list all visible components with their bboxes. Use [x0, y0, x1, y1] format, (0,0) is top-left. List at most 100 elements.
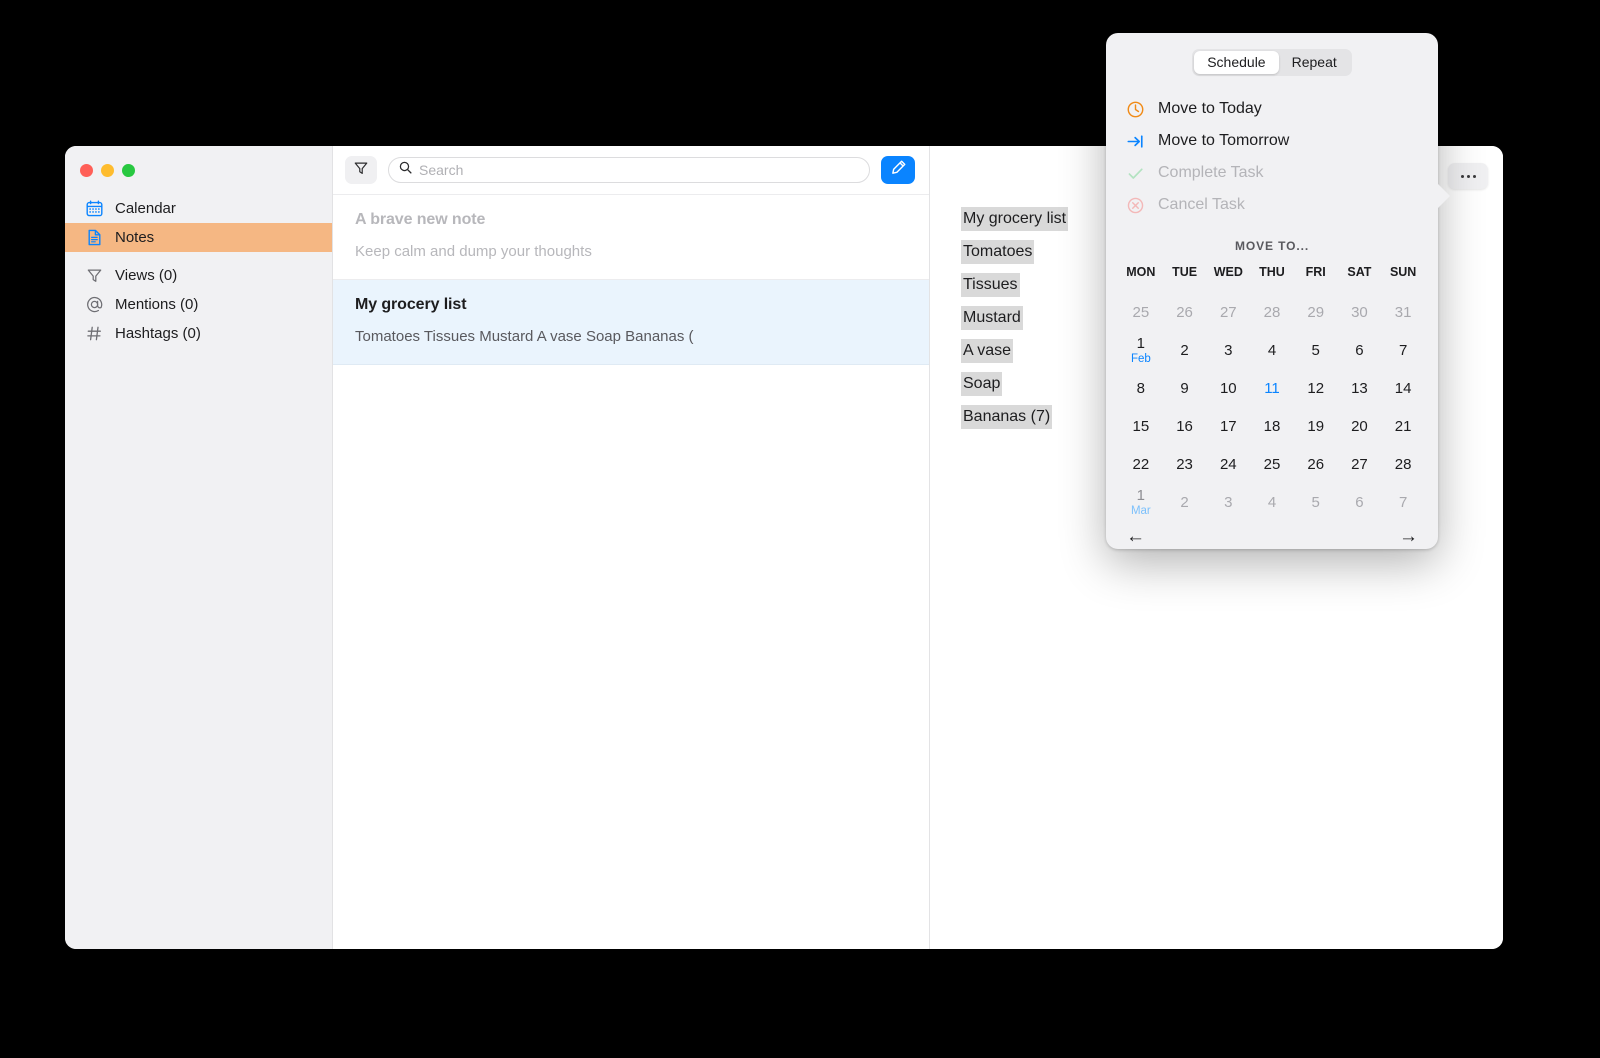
calendar-day-cell[interactable]: 15 — [1119, 407, 1163, 445]
calendar-day-number: 14 — [1394, 379, 1412, 397]
menu-item-label: Move to Today — [1158, 100, 1262, 117]
calendar-day-cell[interactable]: 3 — [1206, 483, 1250, 521]
calendar-day-cell[interactable]: 14 — [1381, 369, 1425, 407]
calendar-day-cell[interactable]: 29 — [1294, 293, 1338, 331]
selected-text: Bananas (7) — [961, 405, 1053, 429]
calendar-icon — [85, 200, 103, 218]
check-icon — [1125, 163, 1145, 183]
sidebar-item-mentions[interactable]: Mentions (0) — [65, 290, 332, 319]
close-window-button[interactable] — [80, 164, 93, 177]
tab-repeat[interactable]: Repeat — [1279, 51, 1350, 74]
search-field[interactable] — [388, 157, 870, 183]
filter-button[interactable] — [345, 156, 377, 184]
calendar-day-cell[interactable]: 26 — [1294, 445, 1338, 483]
calendar-day-cell[interactable]: 10 — [1206, 369, 1250, 407]
weekday-label: TUE — [1172, 265, 1198, 279]
calendar-day-cell[interactable]: 27 — [1338, 445, 1382, 483]
calendar-day-number: 26 — [1176, 303, 1193, 321]
calendar-day-cell[interactable]: 16 — [1163, 407, 1207, 445]
calendar-day-number: 28 — [1263, 303, 1281, 321]
calendar-day-cell[interactable]: 13 — [1338, 369, 1382, 407]
note-title: My grocery list — [355, 296, 467, 313]
calendar-day-cell[interactable]: 11 — [1250, 369, 1294, 407]
sidebar-item-label: Calendar — [115, 200, 176, 217]
calendar-day-cell[interactable]: 5 — [1294, 483, 1338, 521]
calendar-day-cell[interactable]: 21 — [1381, 407, 1425, 445]
minimize-window-button[interactable] — [101, 164, 114, 177]
compose-note-button[interactable] — [881, 156, 915, 184]
calendar-day-cell[interactable]: 27 — [1206, 293, 1250, 331]
weekday-label: SUN — [1389, 265, 1417, 279]
calendar-day-cell[interactable]: 12 — [1294, 369, 1338, 407]
sidebar-item-notes[interactable]: Notes — [65, 223, 332, 252]
menu-item-complete-task[interactable]: Complete Task — [1106, 157, 1438, 189]
calendar-day-cell[interactable]: 28 — [1381, 445, 1425, 483]
calendar-day-cell[interactable]: 4 — [1250, 331, 1294, 369]
previous-month-button[interactable]: ← — [1126, 527, 1145, 546]
sidebar-item-label: Notes — [115, 229, 155, 246]
calendar-day-cell[interactable]: 3 — [1206, 331, 1250, 369]
more-options-button[interactable] — [1448, 163, 1488, 189]
calendar-day-number: 30 — [1351, 303, 1368, 321]
calendar-day-cell[interactable]: 20 — [1338, 407, 1382, 445]
selected-text: A vase — [961, 339, 1014, 363]
calendar-day-cell[interactable]: 17 — [1206, 407, 1250, 445]
calendar-day-cell[interactable]: 1 Feb — [1119, 331, 1163, 369]
calendar-day-cell[interactable]: 6 — [1338, 483, 1382, 521]
menu-item-cancel-task[interactable]: Cancel Task — [1106, 189, 1438, 221]
calendar-day-cell[interactable]: 22 — [1119, 445, 1163, 483]
calendar-day-cell[interactable]: 6 — [1338, 331, 1382, 369]
weekday-label: WED — [1213, 265, 1243, 279]
menu-item-move-to-today[interactable]: Move to Today — [1106, 93, 1438, 125]
zoom-window-button[interactable] — [122, 164, 135, 177]
search-input[interactable] — [419, 162, 859, 178]
calendar-day-cell[interactable]: 23 — [1163, 445, 1207, 483]
filter-icon — [353, 160, 369, 181]
note-list-item-grocery[interactable]: My grocery list Tomatoes Tissues Mustard… — [333, 280, 929, 365]
schedule-popover: Schedule Repeat Move to Today Move to To… — [1106, 33, 1450, 549]
calendar-day-cell[interactable]: 24 — [1206, 445, 1250, 483]
calendar-day-cell[interactable]: 25 — [1119, 293, 1163, 331]
calendar-day-cell[interactable]: 4 — [1250, 483, 1294, 521]
calendar-weekday-header: MON TUE WED THU FRI SAT SUN — [1119, 265, 1425, 293]
calendar-day-number: 9 — [1180, 379, 1189, 397]
calendar-day-cell[interactable]: 28 — [1250, 293, 1294, 331]
calendar-day-cell[interactable]: 2 — [1163, 483, 1207, 521]
next-month-button[interactable]: → — [1399, 527, 1418, 546]
calendar-day-number: 16 — [1176, 417, 1193, 435]
calendar-day-cell[interactable]: 8 — [1119, 369, 1163, 407]
sidebar-item-views[interactable]: Views (0) — [65, 261, 332, 290]
calendar-day-cell[interactable]: 30 — [1338, 293, 1382, 331]
calendar-day-number: 27 — [1219, 303, 1237, 321]
calendar-day-cell[interactable]: 25 — [1250, 445, 1294, 483]
sidebar: Calendar Notes Views (0) Mentions (0) Ha… — [65, 146, 333, 949]
calendar-day-number: 10 — [1219, 379, 1237, 397]
menu-item-label: Cancel Task — [1158, 196, 1245, 213]
calendar-day-number: 26 — [1307, 455, 1325, 473]
calendar-day-cell[interactable]: 7 — [1381, 483, 1425, 521]
note-list-item-placeholder[interactable]: A brave new note Keep calm and dump your… — [333, 195, 929, 280]
calendar-day-cell[interactable]: 1 Mar — [1119, 483, 1163, 521]
calendar-day-cell[interactable]: 2 — [1163, 331, 1207, 369]
sidebar-item-hashtags[interactable]: Hashtags (0) — [65, 319, 332, 348]
calendar-day-number: 13 — [1351, 379, 1368, 397]
calendar-day-cell[interactable]: 7 — [1381, 331, 1425, 369]
note-list-toolbar — [333, 146, 929, 195]
calendar-day-number: 7 — [1398, 493, 1408, 511]
tab-schedule[interactable]: Schedule — [1194, 51, 1279, 74]
calendar-day-cell[interactable]: 26 — [1163, 293, 1207, 331]
calendar-day-number: 5 — [1311, 341, 1320, 359]
calendar-day-cell[interactable]: 19 — [1294, 407, 1338, 445]
calendar-day-cell[interactable]: 9 — [1163, 369, 1207, 407]
calendar-day-number: 31 — [1394, 303, 1412, 321]
calendar-day-cell[interactable]: 31 — [1381, 293, 1425, 331]
selected-text: My grocery list — [961, 207, 1069, 231]
popover-menu: Move to Today Move to Tomorrow Complete … — [1106, 93, 1438, 221]
sidebar-item-calendar[interactable]: Calendar — [65, 194, 332, 223]
calendar-day-number: 19 — [1307, 417, 1325, 435]
calendar-day-number: 25 — [1132, 303, 1150, 321]
calendar-day-cell[interactable]: 5 — [1294, 331, 1338, 369]
calendar-day-cell[interactable]: 18 — [1250, 407, 1294, 445]
menu-item-move-to-tomorrow[interactable]: Move to Tomorrow — [1106, 125, 1438, 157]
calendar-day-number: 6 — [1355, 493, 1364, 511]
